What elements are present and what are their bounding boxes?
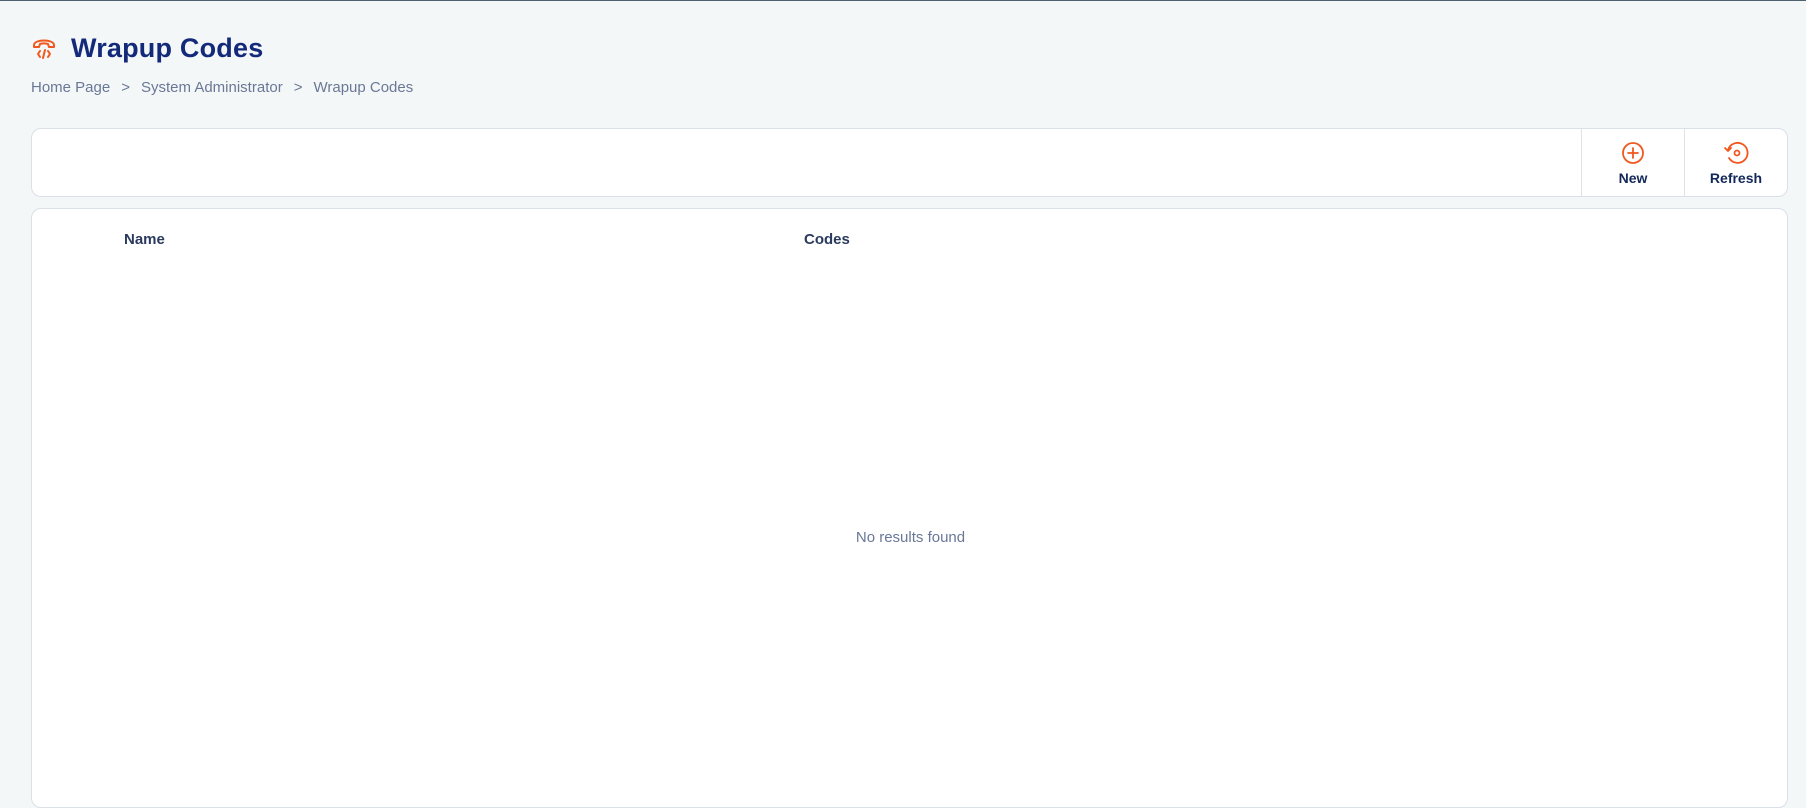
- breadcrumb-item-system-administrator[interactable]: System Administrator: [141, 79, 283, 96]
- breadcrumb-item-current: Wrapup Codes: [313, 79, 414, 96]
- refresh-button[interactable]: Refresh: [1684, 129, 1787, 196]
- page-header: Wrapup Codes: [31, 31, 263, 65]
- toolbar: New Refresh: [31, 128, 1788, 197]
- refresh-button-label: Refresh: [1709, 169, 1763, 186]
- new-button[interactable]: New: [1581, 129, 1684, 196]
- breadcrumb-separator: >: [293, 79, 303, 96]
- column-header-codes[interactable]: Codes: [804, 231, 850, 248]
- refresh-icon: [1723, 140, 1749, 166]
- results-table: Name Codes No results found: [31, 208, 1788, 808]
- breadcrumb: Home Page > System Administrator > Wrapu…: [31, 79, 413, 96]
- toolbar-actions: New Refresh: [1581, 129, 1787, 196]
- column-header-name[interactable]: Name: [124, 231, 165, 248]
- breadcrumb-separator: >: [121, 79, 130, 96]
- empty-state-message: No results found: [855, 529, 966, 546]
- page-title: Wrapup Codes: [71, 33, 264, 63]
- breadcrumb-item-home[interactable]: Home Page: [31, 79, 110, 96]
- new-button-label: New: [1618, 169, 1648, 186]
- phone-code-icon: [31, 35, 57, 61]
- plus-circle-icon: [1620, 140, 1646, 166]
